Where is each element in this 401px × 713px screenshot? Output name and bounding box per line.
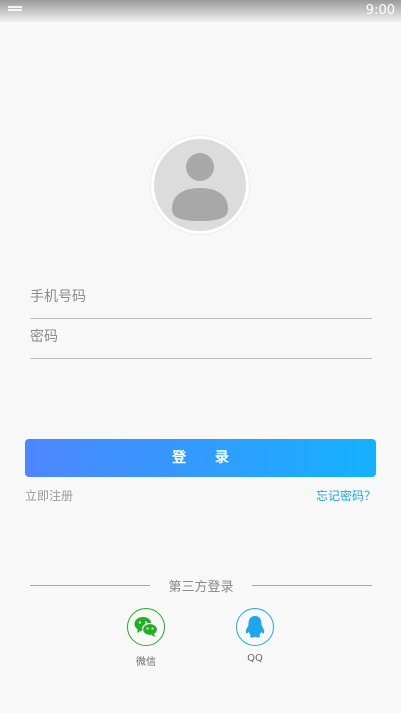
phone-input[interactable]	[30, 278, 372, 316]
login-button[interactable]: 登 录	[25, 439, 376, 477]
phone-field[interactable]	[30, 278, 372, 319]
wechat-login[interactable]: 微信	[116, 608, 176, 668]
status-time: 9:00	[365, 3, 395, 18]
qq-label: QQ	[247, 653, 263, 664]
divider-line-right	[252, 585, 372, 586]
wechat-button[interactable]	[127, 608, 165, 646]
status-bar: 9:00	[0, 0, 401, 22]
password-input[interactable]	[30, 318, 372, 356]
qq-login[interactable]: QQ	[225, 608, 285, 664]
avatar[interactable]	[151, 136, 249, 234]
avatar-person-icon	[172, 153, 228, 221]
qq-icon	[245, 616, 265, 638]
password-field[interactable]	[30, 318, 372, 359]
notification-icon	[8, 6, 22, 14]
qq-button[interactable]	[236, 608, 274, 646]
wechat-icon	[134, 617, 158, 637]
wechat-label: 微信	[136, 657, 156, 668]
register-link[interactable]: 立即注册	[25, 487, 73, 504]
third-party-divider: 第三方登录	[30, 576, 372, 595]
forgot-password-link[interactable]: 忘记密码？	[316, 487, 376, 504]
